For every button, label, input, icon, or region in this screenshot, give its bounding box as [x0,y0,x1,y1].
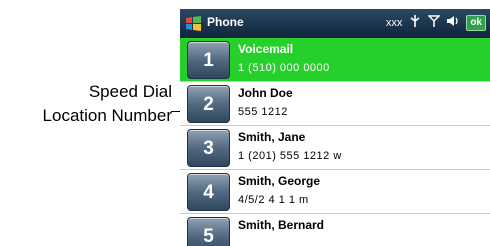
app-title: Phone [207,15,244,29]
contact-number: 555 1212 [238,106,288,118]
windows-start-icon[interactable] [185,15,202,32]
speed-dial-row-5[interactable]: 5 Smith, Bernard [180,214,490,246]
network-label: xxx [385,16,403,29]
contact-name: Smith, Bernard [238,218,325,232]
speed-dial-button-1[interactable]: 1 [187,41,230,79]
speed-dial-callout: Speed Dial Location Number [0,80,172,128]
speed-dial-button-2[interactable]: 2 [187,85,230,123]
contact-number: 1 (510) 000 0000 [238,62,330,74]
status-area: xxx ok [386,14,486,31]
callout-line-1: Speed Dial [88,82,172,101]
antenna-icon[interactable] [427,14,442,31]
contact-name: Smith, Jane [238,130,306,144]
contact-number: 4/5/2 4 1 1 m [238,194,309,206]
title-bar: Phone xxx ok [180,9,490,38]
ok-button[interactable]: ok [466,14,486,31]
phone-screen: Phone xxx ok 1 Voicemail 1 (510) 000 000… [180,9,490,246]
speed-dial-row-1[interactable]: 1 Voicemail 1 (510) 000 0000 [180,38,490,82]
callout-line-2: Location Number [42,106,172,125]
speed-dial-row-2[interactable]: 2 John Doe 555 1212 [180,82,490,126]
contact-name: Smith, George [238,174,321,188]
contact-number: 1 (201) 555 1212 w [238,150,342,162]
speed-dial-row-4[interactable]: 4 Smith, George 4/5/2 4 1 1 m [180,170,490,214]
contact-name: John Doe [238,86,293,100]
speed-dial-button-5[interactable]: 5 [187,217,230,246]
contact-name: Voicemail [238,42,294,56]
speaker-icon[interactable] [446,14,460,31]
speed-dial-button-3[interactable]: 3 [187,129,230,167]
signal-icon[interactable] [408,14,422,31]
speed-dial-row-3[interactable]: 3 Smith, Jane 1 (201) 555 1212 w [180,126,490,170]
speed-dial-button-4[interactable]: 4 [187,173,230,211]
